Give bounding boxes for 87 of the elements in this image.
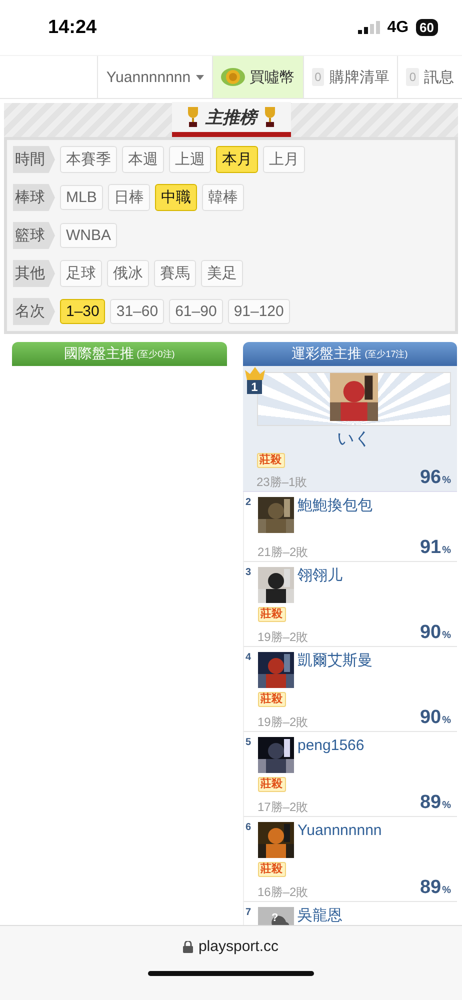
nav-link[interactable]: 0 購牌清單 [302,56,398,98]
ranking-row[interactable]: 3 翎翎儿 莊殺 19勝–2敗 90% [242,562,457,647]
win-rate: 90 [420,622,442,643]
tag: 莊殺 [256,453,284,468]
filter-chip[interactable]: 31–60 [110,299,164,324]
tag: 莊殺 [258,862,286,877]
rank-number: 1 [247,380,262,394]
win-rate: 90 [420,707,442,728]
percent-sign: % [442,630,451,641]
filter-chip[interactable]: 上月 [263,146,305,173]
user-name[interactable]: 鮑鮑換包包 [298,497,372,533]
filter-chip[interactable]: WNBA [60,223,117,248]
ranking-row[interactable]: 2 鮑鮑換包包 21勝–2敗 91% [242,492,457,562]
filter-chip[interactable]: 賽馬 [154,260,196,287]
filter-chip[interactable]: 1–30 [60,299,106,324]
record-text: 19勝–2敗 [258,630,308,644]
column-note: (至少0注) [136,348,175,360]
rank-number: 7 [246,907,252,920]
filter-chip[interactable]: 日棒 [108,184,150,211]
record-text: 17勝–2敗 [258,800,308,814]
url-text[interactable]: playsport.cc [198,938,279,955]
filter-chip[interactable]: 韓棒 [202,184,244,211]
user-name[interactable]: Yuannnnnnn [298,822,382,858]
filter-label: 名次 [13,298,55,325]
percent-sign: % [442,545,451,556]
ranking-row[interactable]: 6 Yuannnnnnn 莊殺 16勝–2敗 89% [242,817,457,902]
column-note: (至少17注) [364,348,408,360]
filter-label: 籃球 [13,222,55,249]
filter-label: 棒球 [13,184,55,211]
filter-chip[interactable]: 足球 [60,260,102,287]
user-name[interactable]: 翎翎儿 [298,567,342,603]
user-name[interactable]: 凱爾艾斯曼 [298,652,372,688]
user-name[interactable]: peng1566 [298,737,364,773]
battery-indicator: 60 [416,19,438,36]
filter-chip[interactable]: 中職 [154,184,197,211]
filter-chip[interactable]: 91–120 [228,299,290,324]
rank-number: 4 [246,652,252,665]
nav-link-label: 訊息 [424,68,454,86]
filter-chip[interactable]: MLB [60,185,103,210]
ranking-row[interactable]: 5 peng1566 莊殺 17勝–2敗 89% [242,732,457,817]
coin-icon [220,67,245,87]
tag: 莊殺 [258,692,286,707]
percent-sign: % [442,800,451,811]
percent-sign: % [442,715,451,726]
tag: 莊殺 [258,607,286,622]
filter-chip[interactable]: 本賽季 [60,146,117,173]
rank-number: 2 [246,497,252,510]
filter-chip[interactable]: 美足 [201,260,243,287]
rank-number: 6 [246,822,252,835]
win-rate: 96 [420,467,442,488]
ranking-row[interactable]: 4 凱爾艾斯曼 莊殺 19勝–2敗 90% [242,647,457,732]
buy-coins-link[interactable]: 買噓幣 [212,56,303,98]
trophy-icon [186,107,200,127]
filter-label: 時間 [13,146,55,173]
clock: 14:24 [48,16,97,38]
network-label: 4G [387,18,409,36]
win-rate: 91 [420,537,442,558]
crown-icon [244,366,264,380]
filter-chip[interactable]: 本月 [216,146,258,173]
rank-number: 3 [246,567,252,580]
record-text: 23勝–1敗 [256,475,308,489]
signal-icon [358,21,380,34]
lock-icon [183,940,194,952]
count-badge: 0 [406,68,419,86]
percent-sign: % [442,885,451,896]
percent-sign: % [442,475,451,486]
filter-chip[interactable]: 61–90 [169,299,223,324]
trophy-icon [262,107,276,127]
banner-title: 主推榜 [206,106,256,128]
user-name[interactable]: 吳龍恩 [298,907,342,925]
count-badge: 0 [312,68,324,86]
record-text: 16勝–2敗 [258,885,308,899]
filter-chip[interactable]: 本週 [122,146,164,173]
tag: 莊殺 [258,777,286,792]
filter-label: 其他 [13,260,55,287]
rank-number: 5 [246,737,252,750]
win-rate: 89 [420,792,442,813]
user-name[interactable]: いく [256,429,451,449]
nav-link-label: 購牌清單 [329,68,390,86]
column-title: 運彩盤主推 [292,345,362,363]
column-title: 國際盤主推 [64,345,134,363]
filter-chip[interactable]: 上週 [169,146,211,173]
caret-icon [196,74,204,80]
record-text: 19勝–2敗 [258,715,308,729]
win-rate: 89 [420,877,442,898]
filter-chip[interactable]: 俄冰 [107,260,149,287]
record-text: 21勝–2敗 [258,545,308,559]
